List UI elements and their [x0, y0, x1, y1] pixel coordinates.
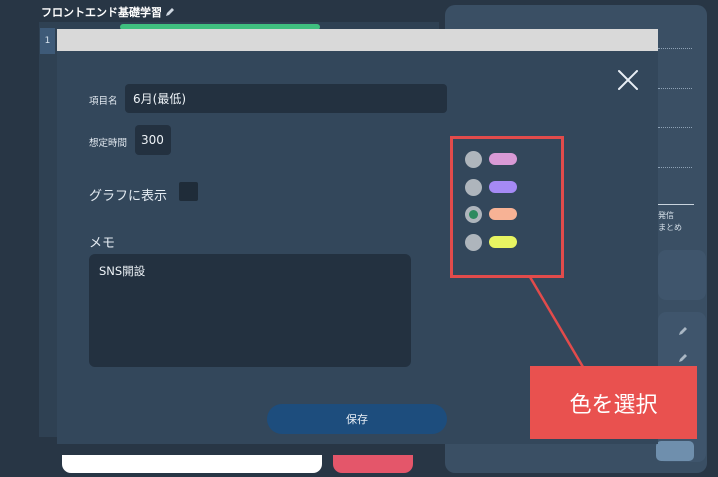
modal-header-bar: [57, 29, 658, 51]
divider: [658, 48, 692, 49]
show-in-graph-label: グラフに表示: [89, 189, 168, 204]
show-in-graph-checkbox[interactable]: [179, 182, 198, 201]
color-selection-highlight: [450, 136, 564, 278]
row-number: 1: [40, 28, 55, 54]
callout-label: 色を選択: [530, 366, 697, 439]
pencil-icon[interactable]: [165, 7, 175, 17]
expected-time-input[interactable]: [135, 125, 171, 155]
expected-time-label: 想定時間: [89, 138, 128, 149]
memo-textarea[interactable]: SNS開設: [89, 254, 411, 367]
side-card: [658, 250, 706, 300]
divider: [656, 204, 694, 205]
item-name-input[interactable]: [125, 84, 447, 113]
side-button[interactable]: [656, 441, 694, 461]
pencil-icon[interactable]: [678, 326, 688, 336]
item-name-label: 項目名: [89, 96, 118, 107]
board-title: フロントエンド基礎学習: [41, 4, 175, 20]
divider: [658, 127, 692, 128]
divider: [658, 167, 692, 168]
pencil-icon[interactable]: [678, 353, 688, 363]
close-icon[interactable]: [614, 66, 642, 94]
side-panel-text: 発信 まとめ: [658, 211, 682, 232]
background-button[interactable]: [333, 455, 413, 473]
background-input[interactable]: [62, 455, 322, 473]
save-button[interactable]: 保存: [267, 404, 447, 434]
divider: [658, 88, 692, 89]
memo-label: メモ: [89, 236, 116, 251]
board-title-text: フロントエンド基礎学習: [41, 6, 162, 19]
memo-text: SNS開設: [99, 264, 146, 278]
